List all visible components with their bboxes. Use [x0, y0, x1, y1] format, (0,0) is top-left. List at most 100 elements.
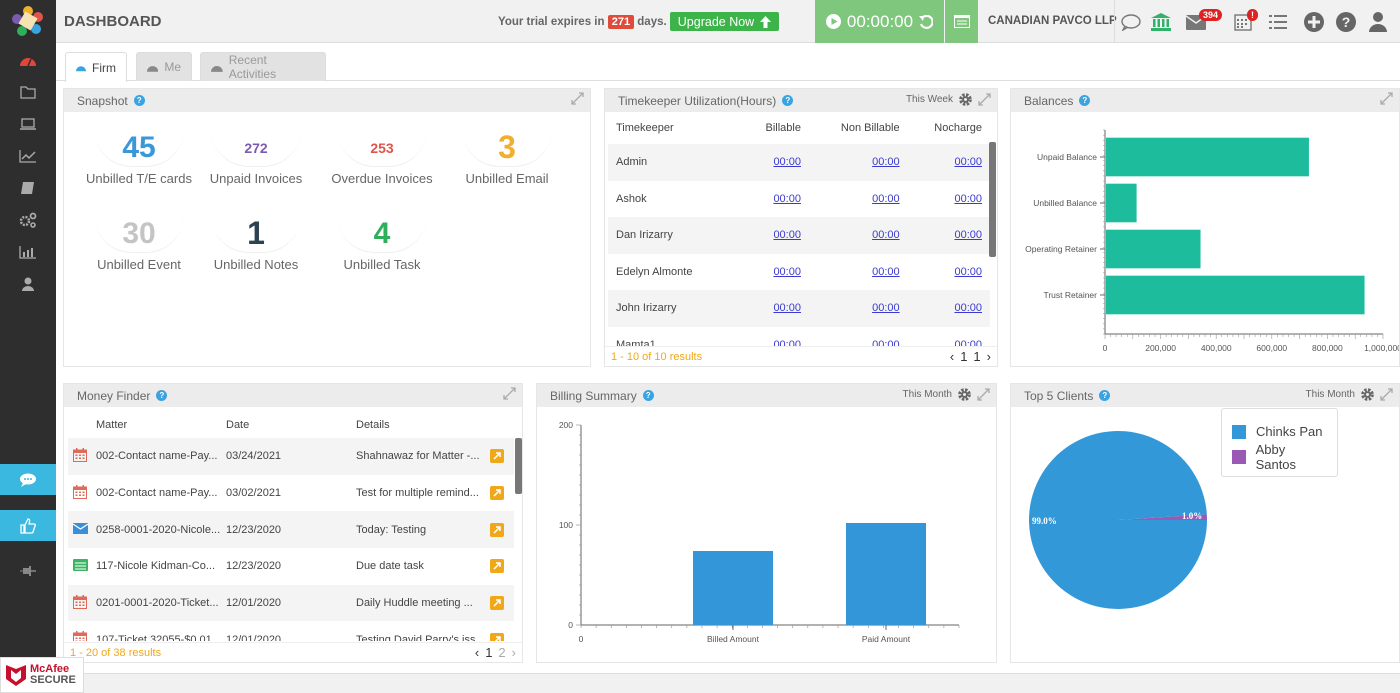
- next-page-button[interactable]: ›: [987, 349, 991, 364]
- help-icon[interactable]: ?: [1079, 95, 1091, 106]
- expand-icon[interactable]: [1380, 388, 1393, 401]
- expand-icon[interactable]: [1380, 92, 1393, 105]
- legend-item[interactable]: Chinks Pan: [1232, 419, 1327, 444]
- upgrade-now-button[interactable]: Upgrade Now: [670, 12, 779, 31]
- open-link-button[interactable]: [490, 522, 504, 537]
- column-header[interactable]: Non Billable: [809, 112, 908, 144]
- sidebar-item-reports[interactable]: [0, 141, 56, 171]
- hours-link[interactable]: 00:00: [954, 302, 982, 314]
- open-link-button[interactable]: [490, 449, 504, 464]
- period-selector[interactable]: This Week: [906, 94, 953, 105]
- snapshot-item[interactable]: 4 Unbilled Task: [317, 215, 447, 272]
- hours-link[interactable]: 00:00: [954, 193, 982, 205]
- hours-link[interactable]: 00:00: [872, 302, 900, 314]
- mcafee-secure-badge[interactable]: McAfee SECURE: [0, 657, 84, 693]
- bar[interactable]: [846, 523, 926, 625]
- bar[interactable]: [1106, 275, 1365, 315]
- hours-link[interactable]: 00:00: [872, 156, 900, 168]
- sidebar-item-notebook[interactable]: [0, 173, 56, 203]
- page-1[interactable]: 1: [485, 645, 492, 660]
- hours-link[interactable]: 00:00: [773, 229, 801, 241]
- snapshot-item[interactable]: 253 Overdue Invoices: [317, 129, 447, 187]
- tasks-list-button[interactable]: [1267, 11, 1289, 33]
- table-row[interactable]: 002-Contact name-Pay... 03/02/2021 Test fo…: [68, 475, 514, 512]
- add-button[interactable]: [1303, 11, 1325, 33]
- page-2[interactable]: 2: [498, 645, 505, 660]
- bar[interactable]: [1106, 137, 1309, 177]
- column-header[interactable]: Nocharge: [908, 112, 990, 144]
- expand-icon[interactable]: [571, 92, 584, 105]
- page-last[interactable]: 1: [973, 349, 980, 364]
- prev-page-button[interactable]: ‹: [475, 645, 479, 660]
- help-icon[interactable]: ?: [642, 390, 654, 401]
- open-link-button[interactable]: [490, 486, 504, 501]
- table-row[interactable]: 0258-0001-2020-Nicole... 12/23/2020 Today:…: [68, 511, 514, 549]
- table-row[interactable]: 107-Ticket 32055-$0.01... 12/01/2020 Testi…: [68, 621, 514, 641]
- sidebar-item-analytics[interactable]: [0, 237, 56, 267]
- play-icon[interactable]: [825, 14, 841, 29]
- snapshot-item[interactable]: 272 Unpaid Invoices: [191, 129, 321, 187]
- open-link-button[interactable]: [490, 596, 504, 611]
- bar[interactable]: [1106, 229, 1201, 269]
- sidebar-item-contacts[interactable]: [0, 269, 56, 299]
- hours-link[interactable]: 00:00: [954, 229, 982, 241]
- table-row[interactable]: 0201-0001-2020-Ticket... 12/01/2020 Daily …: [68, 584, 514, 622]
- expand-icon[interactable]: [503, 387, 516, 400]
- column-header[interactable]: Timekeeper: [608, 112, 745, 144]
- timekeeper-scrollbar[interactable]: [989, 142, 996, 257]
- app-logo[interactable]: [12, 5, 44, 37]
- user-profile-button[interactable]: [1367, 11, 1389, 33]
- period-selector[interactable]: This Month: [1306, 389, 1355, 400]
- gear-icon[interactable]: [1360, 387, 1375, 402]
- gear-icon[interactable]: [958, 92, 973, 107]
- open-link-button[interactable]: [490, 559, 504, 574]
- sidebar-item-matters[interactable]: [0, 77, 56, 107]
- expand-icon[interactable]: [977, 388, 990, 401]
- tab-recent-activities[interactable]: Recent Activities: [200, 52, 326, 81]
- sidebar-item-dashboard[interactable]: [0, 45, 56, 75]
- gear-icon[interactable]: [957, 387, 972, 402]
- snapshot-item[interactable]: 1 Unbilled Notes: [191, 215, 321, 272]
- hours-link[interactable]: 00:00: [872, 193, 900, 205]
- bar[interactable]: [693, 551, 773, 625]
- help-icon[interactable]: ?: [1099, 390, 1111, 401]
- help-icon[interactable]: ?: [156, 390, 168, 401]
- hours-link[interactable]: 00:00: [872, 229, 900, 241]
- page-current[interactable]: 1: [960, 349, 967, 364]
- hours-link[interactable]: 00:00: [773, 266, 801, 278]
- table-row[interactable]: 117-Nicole Kidman-Co... 12/23/2020 Due dat…: [68, 548, 514, 585]
- table-row[interactable]: 002-Contact name-Pay... 03/24/2021 Shahnaw…: [68, 438, 514, 475]
- legend-item[interactable]: Abby Santos: [1232, 442, 1327, 472]
- help-button[interactable]: ?: [1335, 11, 1357, 33]
- hours-link[interactable]: 00:00: [773, 193, 801, 205]
- reset-icon[interactable]: [919, 14, 934, 29]
- hours-link[interactable]: 00:00: [773, 156, 801, 168]
- help-icon[interactable]: ?: [782, 95, 794, 106]
- hours-link[interactable]: 00:00: [773, 302, 801, 314]
- hours-link[interactable]: 00:00: [954, 266, 982, 278]
- money-finder-scrollbar[interactable]: [515, 438, 522, 494]
- snapshot-item[interactable]: 30 Unbilled Event: [74, 215, 204, 272]
- column-header[interactable]: Billable: [745, 112, 809, 144]
- hours-link[interactable]: 00:00: [872, 266, 900, 278]
- tab-firm[interactable]: Firm: [65, 52, 127, 82]
- sidebar-pin-button[interactable]: [0, 556, 56, 586]
- sidebar-chat-button[interactable]: [0, 464, 56, 495]
- snapshot-item[interactable]: 3 Unbilled Email: [442, 129, 572, 186]
- hours-link[interactable]: 00:00: [954, 156, 982, 168]
- timesheet-button[interactable]: [945, 0, 978, 43]
- sidebar-item-settings[interactable]: [0, 205, 56, 235]
- open-link-button[interactable]: [490, 632, 504, 641]
- period-selector[interactable]: This Month: [903, 389, 952, 400]
- sidebar-feedback-button[interactable]: [0, 510, 56, 541]
- sidebar-item-devices[interactable]: [0, 109, 56, 139]
- banking-button[interactable]: [1150, 11, 1172, 33]
- messages-button[interactable]: [1120, 11, 1142, 33]
- prev-page-button[interactable]: ‹: [950, 349, 954, 364]
- expand-icon[interactable]: [978, 93, 991, 106]
- snapshot-item[interactable]: 45 Unbilled T/E cards: [74, 129, 204, 187]
- tab-me[interactable]: Me: [136, 52, 192, 81]
- next-page-button[interactable]: ›: [512, 645, 516, 660]
- help-icon[interactable]: ?: [133, 95, 145, 106]
- bar[interactable]: [1106, 183, 1137, 223]
